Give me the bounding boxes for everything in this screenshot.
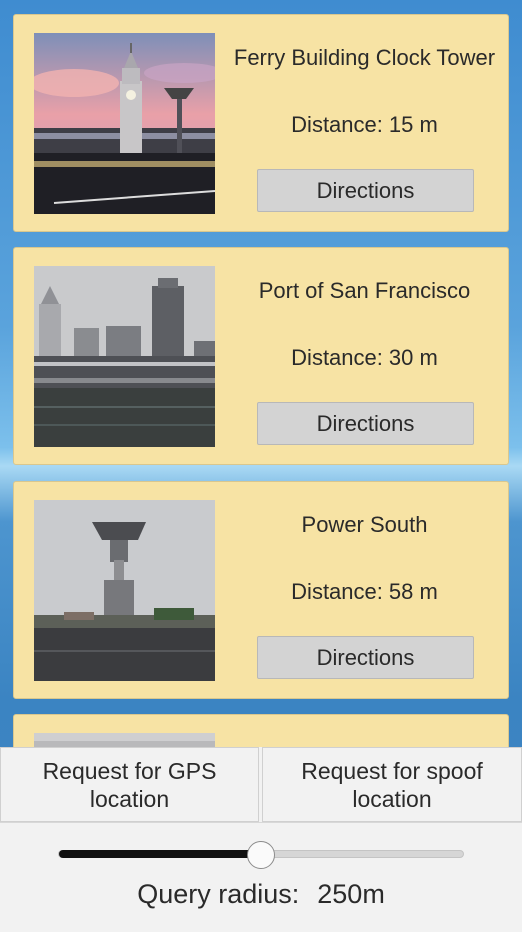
distance-value: 30 m (388, 345, 438, 370)
landmark-card: Power South Distance: 58 m Directions (13, 481, 509, 699)
landmark-photo (34, 33, 215, 214)
landmark-name: Power South (301, 512, 428, 537)
landmark-card (13, 714, 509, 748)
slider-thumb[interactable] (247, 841, 275, 869)
radius-readout: Query radius: 250m (0, 879, 522, 910)
landmark-photo (34, 266, 215, 447)
request-spoof-button[interactable]: Request for spoof location (262, 747, 522, 822)
landmark-card: Port of San Francisco Distance: 30 m Dire… (13, 247, 509, 465)
landmark-distance: Distance: 30 m (219, 345, 510, 371)
landmark-list[interactable]: Ferry Building Clock Tower Distance: 15 m… (0, 0, 522, 748)
directions-button[interactable]: Directions (257, 636, 474, 679)
distance-label: Distance: (291, 345, 383, 370)
distance-value: 15 m (388, 112, 438, 137)
radius-slider[interactable] (58, 841, 464, 869)
landmark-photo (34, 500, 215, 681)
distance-value: 58 m (388, 579, 438, 604)
landmark-name: Port of San Francisco (258, 278, 471, 303)
directions-button[interactable]: Directions (257, 402, 474, 445)
landmark-card: Ferry Building Clock Tower Distance: 15 m… (13, 14, 509, 232)
landmark-name: Ferry Building Clock Tower (233, 45, 496, 70)
landmark-photo (34, 733, 215, 748)
request-gps-button[interactable]: Request for GPS location (0, 747, 259, 822)
distance-label: Distance: (291, 579, 383, 604)
query-controls: Request for GPS location Request for spo… (0, 747, 522, 932)
directions-button[interactable]: Directions (257, 169, 474, 212)
divider (0, 822, 522, 823)
slider-fill (59, 850, 261, 858)
radius-value: 250m (317, 879, 385, 909)
landmark-distance: Distance: 58 m (219, 579, 510, 605)
radius-label: Query radius: (137, 879, 300, 909)
landmark-distance: Distance: 15 m (219, 112, 510, 138)
distance-label: Distance: (291, 112, 383, 137)
